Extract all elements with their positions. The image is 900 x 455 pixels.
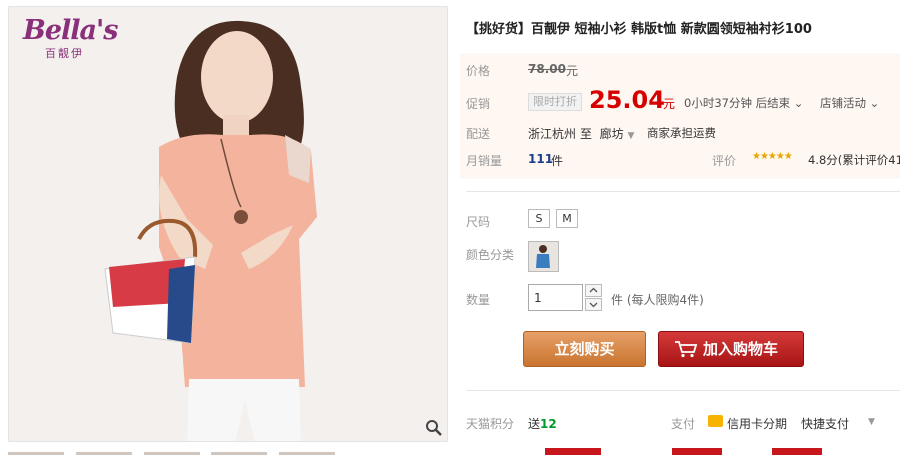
points-prefix: 送 xyxy=(528,417,541,431)
service-badge xyxy=(545,448,601,455)
rating-summary-link[interactable]: 4.8分(累计评价41 xyxy=(808,152,900,168)
product-title: 【挑好货】百靓伊 短袖小衫 韩版t恤 新款圆领短袖衬衫100 xyxy=(466,22,812,37)
color-swatch-thumbnail xyxy=(529,242,558,271)
shipping-fee: 商家承担运费 xyxy=(647,126,716,140)
rating-label: 评价 xyxy=(712,154,737,168)
chevron-down-icon: ⌄ xyxy=(793,96,804,110)
service-badge xyxy=(672,448,722,455)
promo-price: 25.04 xyxy=(589,86,665,114)
thumbnail-strip xyxy=(8,448,448,455)
promo-tag: 限时打折 xyxy=(528,93,582,111)
cart-icon xyxy=(675,341,698,358)
size-label: 尺码 xyxy=(466,215,491,229)
credit-installment-link[interactable]: 信用卡分期 xyxy=(727,415,787,432)
rating-stars: ★★★★★ xyxy=(752,151,793,162)
payment-label: 支付 xyxy=(671,417,696,431)
brand-logo-script: Bella's xyxy=(23,15,118,46)
caret-down-icon: ▼ xyxy=(627,131,635,141)
size-option-m[interactable]: M xyxy=(556,209,578,228)
quantity-label: 数量 xyxy=(466,293,491,307)
promo-countdown[interactable]: 0小时37分钟 后结束 ⌄ xyxy=(684,95,803,111)
quantity-note: 件 (每人限购4件) xyxy=(611,293,704,307)
buy-now-button[interactable]: 立刻购买 xyxy=(523,331,646,367)
monthly-sales-unit: 件 xyxy=(551,154,564,168)
points-label: 天猫积分 xyxy=(466,417,515,431)
model-photo xyxy=(9,7,447,441)
divider xyxy=(466,390,900,391)
points-amount: 12 xyxy=(540,417,557,431)
quantity-increase-button[interactable] xyxy=(585,284,602,297)
brand-logo-cn: 百靓伊 xyxy=(45,47,84,60)
brand-logo: Bella's 百靓伊 xyxy=(23,15,123,60)
product-main-image[interactable]: Bella's 百靓伊 xyxy=(8,6,448,442)
monthly-sales-count: 111 xyxy=(528,152,554,166)
service-badge xyxy=(772,448,822,455)
store-promo-label: 店铺活动 xyxy=(820,96,866,110)
ship-to-prefix: 至 xyxy=(580,127,593,141)
original-price-unit: 元 xyxy=(566,64,579,78)
quick-pay-link[interactable]: 快捷支付 xyxy=(801,415,849,432)
size-option-s[interactable]: S xyxy=(528,209,550,228)
price-label: 价格 xyxy=(466,64,491,78)
color-swatch[interactable] xyxy=(528,241,559,272)
caret-down-icon[interactable]: ▼ xyxy=(868,417,875,427)
chevron-up-icon xyxy=(589,287,598,293)
sales-label: 月销量 xyxy=(466,154,503,168)
divider xyxy=(466,191,900,192)
quantity-decrease-button[interactable] xyxy=(585,298,602,311)
store-promo-dropdown[interactable]: 店铺活动 ⌄ xyxy=(820,95,879,111)
color-label: 颜色分类 xyxy=(466,248,515,262)
ship-from: 浙江杭州 xyxy=(528,127,577,141)
chevron-down-icon xyxy=(589,302,598,308)
shipping-label: 配送 xyxy=(466,127,491,141)
promo-label: 促销 xyxy=(466,97,491,111)
original-price: 78.00 xyxy=(528,62,566,76)
promo-price-unit: 元 xyxy=(663,97,676,111)
chevron-down-icon: ⌄ xyxy=(869,96,880,110)
countdown-text: 0小时37分钟 后结束 xyxy=(684,96,791,110)
ship-to-selector[interactable]: 至 廊坊 ▼ xyxy=(580,125,634,142)
ship-to-city: 廊坊 xyxy=(599,127,624,141)
points-value: 送12 xyxy=(528,415,557,432)
credit-card-icon xyxy=(708,415,723,427)
zoom-icon[interactable] xyxy=(425,419,443,437)
quantity-input[interactable] xyxy=(528,284,583,311)
